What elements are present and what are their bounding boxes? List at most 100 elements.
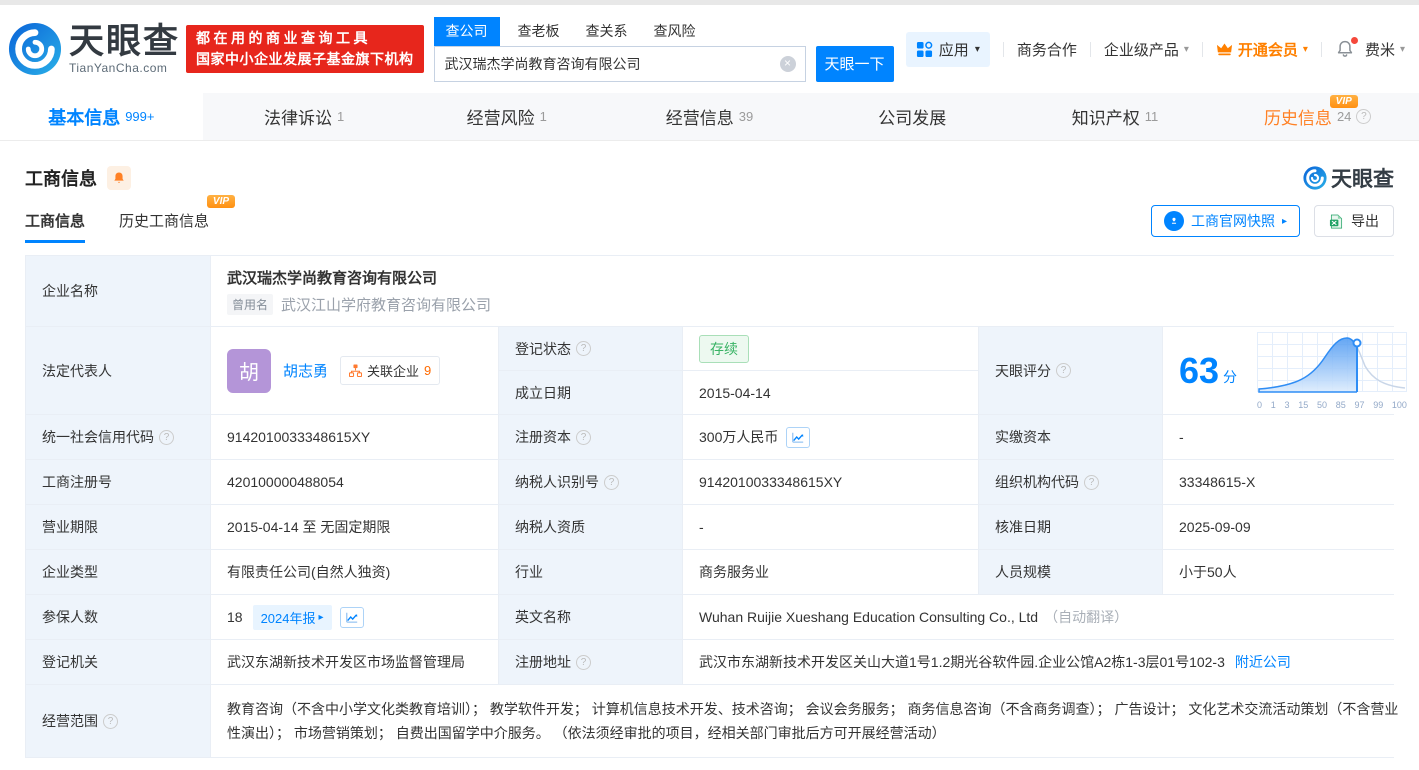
logo-domain: TianYanCha.com (69, 61, 168, 75)
tab-label: 法律诉讼 (263, 109, 332, 128)
related-companies-count: 9 (424, 363, 432, 378)
reg-number-value: 420100000488054 (227, 474, 344, 490)
help-icon[interactable]: ? (604, 474, 619, 490)
label-text: 企业名称 (42, 283, 98, 299)
tab-business-info[interactable]: 经营信息 39 (608, 93, 811, 140)
help-icon[interactable]: ? (159, 429, 174, 445)
company-name[interactable]: 武汉瑞杰学尚教育咨询有限公司 (227, 267, 437, 288)
reg-authority-value: 武汉东湖新技术开发区市场监督管理局 (227, 654, 465, 670)
field-label-score: 天眼评分 ? (979, 327, 1162, 414)
company-name-cell: 武汉瑞杰学尚教育咨询有限公司 曾用名 武汉江山学府教育咨询有限公司 (211, 256, 1419, 326)
field-label-taxpayer-quality: 纳税人资质 (499, 505, 682, 549)
paid-capital-cell: - (1163, 415, 1419, 459)
label-text: 核准日期 (995, 519, 1051, 535)
help-icon[interactable]: ? (103, 713, 118, 729)
nav-divider (1201, 41, 1203, 57)
legal-rep-cell: 胡 胡志勇 关联企业 9 (211, 327, 498, 414)
paid-capital-value: - (1179, 429, 1184, 445)
label-text: 登记机关 (42, 654, 98, 670)
score-distribution-chart[interactable]: 0 1 3 15 50 85 97 99 100 (1257, 331, 1408, 410)
tab-legal-proceedings[interactable]: 法律诉讼 1 (203, 93, 406, 140)
watermark-logo: 天眼查 (1303, 163, 1394, 193)
nav-divider (1089, 41, 1091, 57)
notifications-bell-icon[interactable] (1335, 37, 1358, 59)
search-tab-boss[interactable]: 查老板 (518, 17, 560, 46)
former-name-badge: 曾用名 (227, 294, 274, 315)
username: 费米 (1364, 41, 1395, 59)
subtab-business-registration[interactable]: 工商信息 (25, 210, 86, 243)
legal-rep-name[interactable]: 胡志勇 (283, 360, 328, 381)
org-network-icon (348, 364, 363, 378)
capital-trend-chart-icon[interactable] (786, 426, 811, 448)
label-text: 成立日期 (515, 384, 571, 401)
auto-translate-note: （自动翻译） (1044, 609, 1129, 625)
tab-company-development[interactable]: 公司发展 (811, 93, 1014, 140)
field-label-business-scope: 经营范围 ? (26, 685, 210, 757)
search-tab-company[interactable]: 查公司 (433, 16, 500, 46)
help-icon[interactable]: ? (1056, 363, 1071, 378)
official-snapshot-button[interactable]: 工商官网快照 ▸ (1150, 205, 1300, 237)
field-label-company-type: 企业类型 (26, 550, 210, 594)
caret-right-icon: ▸ (1281, 215, 1287, 227)
enterprise-products-menu[interactable]: 企业级产品 ▾ (1104, 39, 1189, 60)
help-icon[interactable]: ? (576, 341, 591, 356)
taxpayer-id-value: 9142010033348615XY (699, 474, 843, 490)
field-label-reg-authority: 登记机关 (26, 640, 210, 684)
help-icon[interactable]: ? (1356, 109, 1372, 124)
reg-number-cell: 420100000488054 (211, 460, 498, 504)
tab-count: 11 (1144, 109, 1159, 124)
tianyancha-swirl-icon (1303, 166, 1327, 190)
open-vip-menu[interactable]: 开通会员 ▾ (1216, 39, 1308, 60)
company-type-cell: 有限责任公司(自然人独资) (211, 550, 498, 594)
vip-badge: VIP (1329, 95, 1358, 108)
stamp-icon (1163, 211, 1184, 231)
label-text: 参保人数 (42, 609, 98, 625)
label-text: 注册资本 (515, 429, 571, 445)
search-tab-risk[interactable]: 查风险 (654, 17, 696, 46)
staff-size-cell: 小于50人 (1163, 550, 1419, 594)
subtab-history-registration[interactable]: VIP 历史工商信息 (119, 195, 236, 243)
search-tab-relation[interactable]: 查关系 (586, 17, 628, 46)
label-text: 纳税人识别号 (515, 474, 599, 490)
credit-code-cell: 9142010033348615XY (211, 415, 498, 459)
company-type-value: 有限责任公司(自然人独资) (227, 564, 391, 580)
help-icon[interactable]: ? (1084, 474, 1099, 490)
field-label-paid-capital: 实缴资本 (979, 415, 1162, 459)
logo-brand: 天眼查 (69, 22, 181, 61)
apps-menu[interactable]: 应用 ▾ (905, 31, 990, 67)
help-icon[interactable]: ? (576, 654, 591, 670)
tab-operational-risk[interactable]: 经营风险 1 (405, 93, 608, 140)
related-companies-badge[interactable]: 关联企业 9 (340, 356, 441, 385)
tab-history-info[interactable]: VIP 历史信息 24 ? (1216, 93, 1419, 140)
nearby-companies-link[interactable]: 附近公司 (1235, 652, 1291, 672)
label-text: 登记状态 (515, 340, 571, 357)
legal-rep-avatar[interactable]: 胡 (227, 348, 271, 393)
promo-banner: 都在用的商业查询工具 国家中小企业发展子基金旗下机构 (186, 25, 424, 73)
label-text: 人员规模 (995, 564, 1051, 580)
tab-label: 历史信息 (1263, 109, 1332, 128)
site-logo[interactable]: 天眼查 TianYanCha.com (8, 22, 180, 76)
search-input[interactable] (433, 45, 806, 82)
header-nav: 应用 ▾ 商务合作 企业级产品 ▾ 开通会员 ▾ 费米 ▾ (905, 31, 1405, 67)
label-text: 行业 (515, 564, 543, 580)
related-companies-label: 关联企业 (367, 364, 420, 379)
search-tabs: 查公司 查老板 查关系 查风险 (433, 16, 894, 46)
label-text: 注册地址 (515, 654, 571, 670)
subscribe-bell-icon[interactable] (107, 166, 131, 190)
search-button[interactable]: 天眼一下 (815, 45, 894, 82)
credit-code-value: 9142010033348615XY (227, 429, 371, 445)
business-coop-link[interactable]: 商务合作 (1017, 39, 1077, 60)
user-menu[interactable]: 费米 ▾ (1365, 39, 1405, 60)
tab-basic-info[interactable]: 基本信息 999+ (0, 93, 203, 140)
insured-trend-chart-icon[interactable] (339, 606, 364, 628)
export-button[interactable]: 导出 (1314, 205, 1394, 237)
help-icon[interactable]: ? (576, 429, 591, 445)
annual-report-badge[interactable]: 2024年报 ▸ (252, 604, 332, 630)
score-chart-ticks: 0 1 3 15 50 85 97 99 100 (1257, 399, 1407, 410)
tab-intellectual-property[interactable]: 知识产权 11 (1014, 93, 1217, 140)
reg-status-cell: 存续 (683, 327, 978, 370)
clear-search-icon[interactable]: × (779, 55, 796, 72)
score-cell: 63 分 0 1 3 15 50 85 97 99 100 (1163, 327, 1419, 414)
tab-count: 1 (336, 109, 345, 124)
crown-icon (1216, 42, 1233, 56)
